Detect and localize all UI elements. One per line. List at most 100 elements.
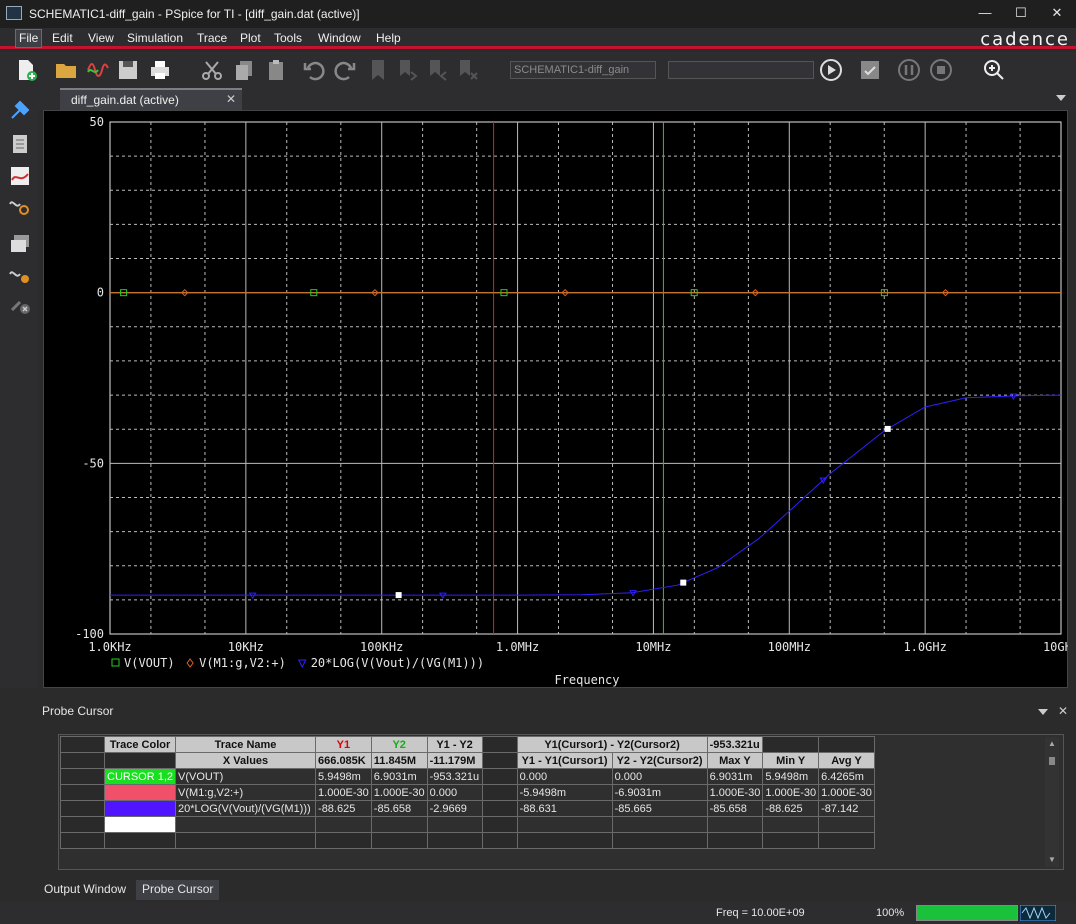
blank-cell	[818, 832, 875, 849]
header-cell: Y1	[315, 736, 372, 753]
bookmark-clear-icon[interactable]	[456, 58, 480, 82]
profile-select[interactable]	[668, 61, 814, 79]
cell-diff	[426, 816, 483, 833]
legend-label: 20*LOG(V(Vout)/(VG(M1)))	[311, 656, 484, 670]
document-icon[interactable]	[8, 132, 32, 156]
trace-color-swatch[interactable]	[103, 816, 177, 833]
close-tab-icon[interactable]: ✕	[226, 92, 236, 106]
maximize-button[interactable]: ☐	[1010, 4, 1032, 22]
waveform-icon[interactable]	[86, 58, 110, 82]
cell-y2: 6.9031m	[370, 768, 428, 785]
row-header[interactable]	[60, 784, 105, 801]
blank-cell	[481, 800, 518, 817]
menu-window[interactable]: Window	[318, 31, 361, 45]
zoom-in-icon[interactable]	[982, 58, 1006, 82]
run-icon[interactable]	[819, 58, 843, 82]
header-cell: 666.085K	[315, 752, 372, 769]
menu-plot[interactable]: Plot	[240, 31, 261, 45]
table-row[interactable]: CURSOR 1,2 V(VOUT) 5.9498m 6.9031m -953.321u…	[60, 768, 875, 785]
trace-color-swatch[interactable]	[103, 800, 177, 817]
minimize-button[interactable]: —	[974, 4, 996, 22]
legend-marker	[186, 658, 194, 668]
menu-file[interactable]: File	[15, 29, 43, 48]
stop-icon[interactable]	[929, 58, 953, 82]
legend-label: V(M1:g,V2:+)	[199, 656, 286, 670]
axis-ticks: 1.0KHz 10KHz 100KHz 1.0MHz 10MHz 100MHz 1.0GHz…	[75, 115, 1068, 654]
bookmark-icon[interactable]	[366, 58, 390, 82]
tab-output-window[interactable]: Output Window	[38, 880, 132, 900]
cell-diff: 0.000	[426, 784, 483, 801]
window-title: SCHEMATIC1-diff_gain - PSpice for TI - […	[29, 7, 360, 21]
probe-plot[interactable]: 1.0KHz 10KHz 100KHz 1.0MHz 10MHz 100MHz 1.0GHz…	[44, 111, 1068, 688]
tab-probe-cursor[interactable]: Probe Cursor	[136, 880, 220, 900]
plot-grid	[109, 121, 1062, 635]
simulation-progress	[916, 905, 1018, 921]
bookmark-prev-icon[interactable]	[426, 58, 450, 82]
panel-title: Probe Cursor	[42, 704, 114, 718]
cell-d1: -88.631	[516, 800, 613, 817]
cell-avg	[818, 816, 875, 833]
close-button[interactable]: ✕	[1046, 4, 1068, 22]
blank-cell	[103, 832, 177, 849]
menu-view[interactable]: View	[88, 31, 114, 45]
scroll-down-icon[interactable]: ▼	[1048, 855, 1056, 864]
table-row[interactable]: 20*LOG(V(Vout)/(VG(M1))) -88.625 -85.658 -2…	[60, 800, 875, 817]
close-panel-icon[interactable]: ✕	[1058, 704, 1068, 718]
tab-menu-chevron-icon[interactable]	[1056, 94, 1066, 102]
search-trace-icon[interactable]	[8, 194, 32, 218]
trace-color-swatch[interactable]	[103, 784, 177, 801]
print-icon[interactable]	[148, 58, 172, 82]
profile-name-field[interactable]: SCHEMATIC1-diff_gain	[510, 61, 656, 79]
y-tick-label: -100	[75, 627, 104, 641]
menu-edit[interactable]: Edit	[52, 31, 73, 45]
header-cell: Trace Name	[175, 736, 317, 753]
paste-icon[interactable]	[264, 58, 288, 82]
row-header[interactable]	[60, 800, 105, 817]
table-row[interactable]	[60, 816, 875, 833]
open-folder-icon[interactable]	[54, 58, 78, 82]
copy-icon[interactable]	[232, 58, 256, 82]
row-header[interactable]	[60, 752, 105, 769]
pause-icon[interactable]	[897, 58, 921, 82]
blank-cell	[481, 832, 518, 849]
undo-icon[interactable]	[302, 58, 326, 82]
cut-icon[interactable]	[200, 58, 224, 82]
cell-max: -85.658	[706, 800, 764, 817]
blank-cell	[426, 832, 483, 849]
cursor-trace-icon[interactable]	[8, 262, 32, 286]
vertical-scrollbar[interactable]: ▲ ▼	[1045, 737, 1059, 867]
probe-icon[interactable]	[8, 98, 32, 122]
cell-min	[762, 816, 820, 833]
header-cell: 11.845M	[370, 752, 428, 769]
menu-tools[interactable]: Tools	[274, 31, 302, 45]
redo-icon[interactable]	[333, 58, 357, 82]
cell-max	[706, 816, 764, 833]
blank-cell	[481, 736, 518, 753]
frequency-readout: Freq = 10.00E+09	[716, 907, 805, 919]
new-file-icon[interactable]	[14, 58, 38, 82]
row-header[interactable]	[60, 736, 105, 753]
menu-help[interactable]: Help	[376, 31, 401, 45]
add-trace-icon[interactable]	[8, 164, 32, 188]
table-row: Trace Color Trace Name Y1 Y2 Y1 - Y2 Y1(…	[60, 736, 875, 753]
panel-menu-chevron-icon[interactable]	[1038, 708, 1048, 716]
x-tick-label: 1.0GHz	[903, 640, 946, 654]
cursor-point-marker	[884, 425, 891, 432]
menu-simulation[interactable]: Simulation	[127, 31, 183, 45]
plot-window[interactable]: 1.0KHz 10KHz 100KHz 1.0MHz 10MHz 100MHz 1.0GHz…	[43, 110, 1068, 688]
save-profile-icon[interactable]	[858, 58, 882, 82]
trace-color-swatch[interactable]: CURSOR 1,2	[103, 768, 177, 785]
tab-diff-gain[interactable]: diff_gain.dat (active) ✕	[60, 88, 242, 110]
row-header[interactable]	[60, 816, 105, 833]
delete-trace-icon[interactable]	[8, 292, 32, 316]
menu-trace[interactable]: Trace	[197, 31, 227, 45]
scroll-up-icon[interactable]: ▲	[1048, 739, 1056, 748]
table-row[interactable]: V(M1:g,V2:+) 1.000E-30 1.000E-30 0.000 -5.94…	[60, 784, 875, 801]
bookmark-next-icon[interactable]	[396, 58, 420, 82]
windows-icon[interactable]	[8, 232, 32, 256]
row-header[interactable]	[60, 768, 105, 785]
probe-cursor-grid: Trace Color Trace Name Y1 Y2 Y1 - Y2 Y1(…	[58, 734, 1064, 870]
cell-max: 1.000E-30	[706, 784, 764, 801]
save-icon[interactable]	[116, 58, 140, 82]
scroll-thumb[interactable]	[1049, 757, 1055, 765]
